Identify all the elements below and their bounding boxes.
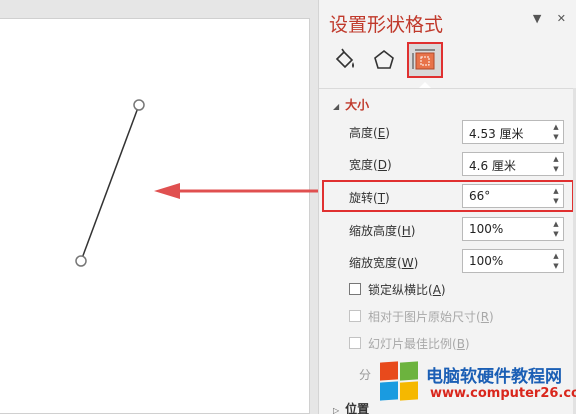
rotation-spin-arrows[interactable]: ▲ ▼	[551, 186, 561, 206]
scale-height-input[interactable]: 100% ▲ ▼	[462, 217, 564, 241]
format-shape-pane: 设置形状格式 ▼ ✕ ◢ 大小 高度(E) 4.53 厘米 ▲▼ 宽度(D)	[318, 0, 576, 414]
size-properties-icon	[412, 49, 435, 70]
tab-effects[interactable]	[366, 42, 402, 78]
tab-size-properties[interactable]	[407, 42, 443, 78]
pane-controls: ▼ ✕	[521, 12, 566, 25]
height-spin-arrows[interactable]: ▲ ▼	[551, 122, 561, 142]
rotation-label: 旋转(T)	[349, 191, 390, 205]
fill-line-icon	[335, 48, 354, 69]
height-input[interactable]: 4.53 厘米 ▲ ▼	[462, 120, 564, 144]
watermark-url: www.computer26.com	[430, 386, 576, 401]
lock-aspect-label: 锁定纵横比(A)	[368, 283, 446, 297]
section-position-header[interactable]: ▷ 位置	[333, 400, 369, 414]
scale-height-label: 缩放高度(H)	[349, 224, 416, 238]
section-position-label: 位置	[345, 402, 370, 414]
width-input[interactable]: 4.6 厘米 ▲ ▼	[462, 152, 564, 176]
best-scale-checkbox[interactable]	[349, 337, 361, 349]
lock-aspect-checkbox[interactable]	[349, 283, 361, 295]
scale-width-spin-arrows[interactable]: ▲ ▼	[551, 251, 561, 271]
relative-original-label: 相对于图片原始尺寸(R)	[368, 310, 494, 324]
scale-width-value: 100%	[469, 254, 504, 268]
slide-overlay	[75, 99, 318, 267]
pane-title: 设置形状格式	[329, 14, 444, 36]
watermark-title: 电脑软硬件教程网	[426, 367, 562, 387]
width-spin-arrows[interactable]: ▲ ▼	[551, 154, 561, 174]
width-label: 宽度(D)	[349, 158, 392, 172]
width-value: 4.6 厘米	[469, 159, 516, 173]
scale-width-label: 缩放宽度(W)	[349, 256, 419, 270]
windows-logo-icon	[380, 361, 420, 402]
rotation-value: 66°	[469, 189, 491, 203]
tab-separator	[319, 88, 576, 89]
section-size-header[interactable]: ◢ 大小	[333, 96, 369, 113]
scale-height-spin-arrows[interactable]: ▲ ▼	[551, 219, 561, 239]
best-scale-label: 幻灯片最佳比例(B)	[368, 337, 470, 351]
effects-pentagon-icon	[374, 49, 394, 69]
section-size-label: 大小	[345, 98, 370, 112]
collapse-triangle-icon: ◢	[333, 102, 340, 111]
height-label: 高度(E)	[349, 126, 390, 140]
expand-triangle-icon: ▷	[333, 406, 340, 414]
line-shape[interactable]	[80, 104, 140, 262]
relative-original-checkbox[interactable]	[349, 310, 361, 322]
rotation-input[interactable]: 66° ▲ ▼	[462, 184, 564, 208]
scale-width-input[interactable]: 100% ▲ ▼	[462, 249, 564, 273]
scale-height-value: 100%	[469, 222, 504, 236]
resolution-label-partial: 分	[359, 368, 372, 382]
tab-fill-line[interactable]	[327, 42, 363, 78]
annotation-arrow-head	[154, 183, 180, 199]
site-watermark: 电脑软硬件教程网 www.computer26.com	[380, 360, 576, 414]
line-start-handle[interactable]	[133, 99, 145, 111]
close-icon[interactable]: ✕	[557, 12, 566, 25]
height-value: 4.53 厘米	[469, 127, 524, 141]
chevron-down-icon[interactable]: ▼	[533, 12, 541, 25]
slide-canvas	[0, 0, 318, 414]
line-end-handle[interactable]	[75, 255, 87, 267]
